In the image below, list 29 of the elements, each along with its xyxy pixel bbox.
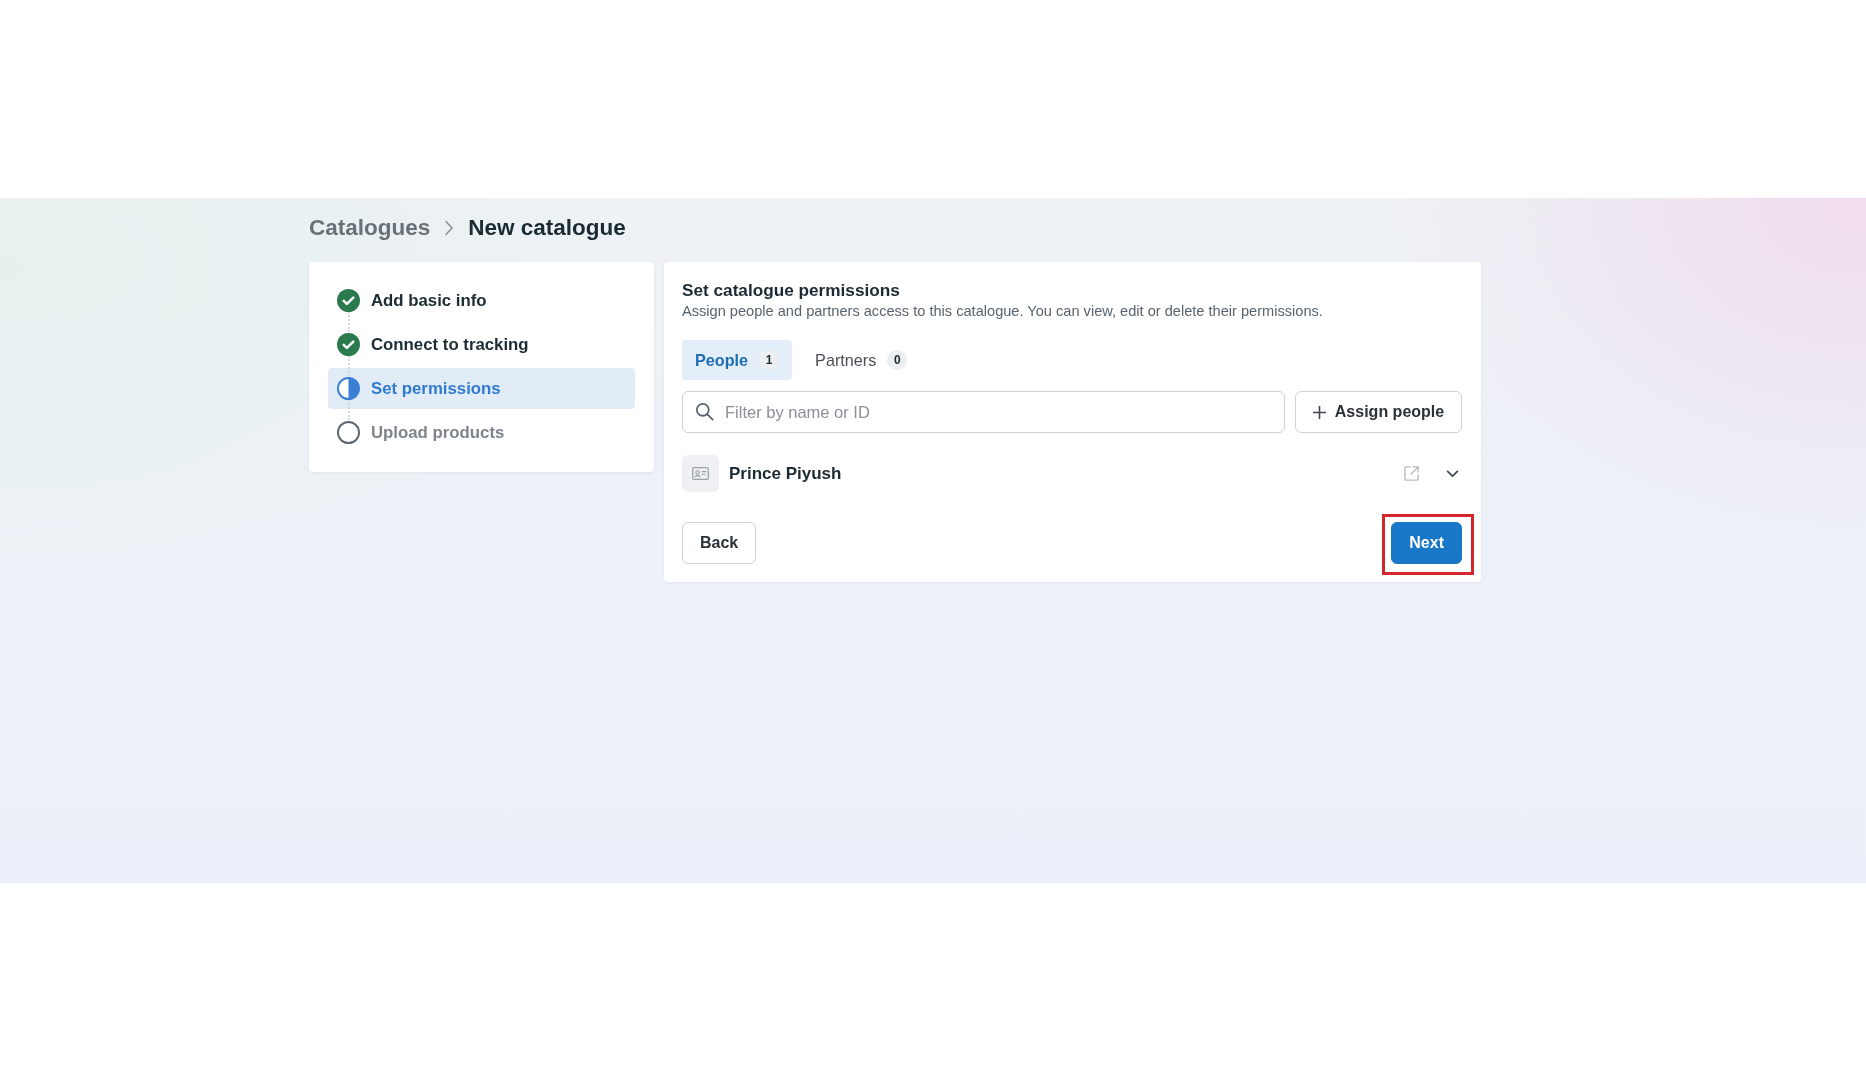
plus-icon — [1312, 405, 1326, 419]
chevron-right-icon — [444, 220, 455, 236]
breadcrumb-current: New catalogue — [468, 214, 626, 242]
check-circle-icon — [337, 289, 360, 312]
next-button[interactable]: Next — [1391, 522, 1462, 564]
id-card-icon — [682, 455, 719, 492]
chevron-down-icon[interactable] — [1446, 469, 1459, 478]
count-badge: 1 — [759, 350, 780, 370]
section-title: Set catalogue permissions — [682, 280, 901, 301]
step-item[interactable]: Connect to tracking — [328, 324, 635, 365]
step-item[interactable]: Upload products — [328, 412, 635, 453]
breadcrumb-link[interactable]: Catalogues — [309, 214, 431, 242]
empty-circle-icon — [337, 421, 360, 444]
step-item[interactable]: Add basic info — [328, 280, 635, 321]
step-item[interactable]: Set permissions — [328, 368, 635, 409]
half-filled-circle-icon — [337, 377, 360, 400]
check-circle-icon — [337, 333, 360, 356]
step-connector — [348, 356, 350, 376]
search-field[interactable]: Filter by name or ID — [682, 391, 1285, 433]
step-connector — [348, 400, 350, 420]
person-name: Prince Piyush — [729, 463, 843, 484]
back-button[interactable]: Back — [682, 522, 757, 564]
section-description: Assign people and partners access to this catalogue. You can view, edit or delete their permissions. — [682, 303, 1324, 320]
count-badge: 0 — [887, 350, 908, 370]
search-icon — [695, 402, 714, 421]
tab[interactable]: People 1 — [682, 340, 793, 380]
assign-people-button[interactable]: Assign people — [1295, 391, 1462, 433]
step-connector — [348, 312, 350, 332]
tab[interactable]: Partners 0 — [802, 340, 921, 380]
